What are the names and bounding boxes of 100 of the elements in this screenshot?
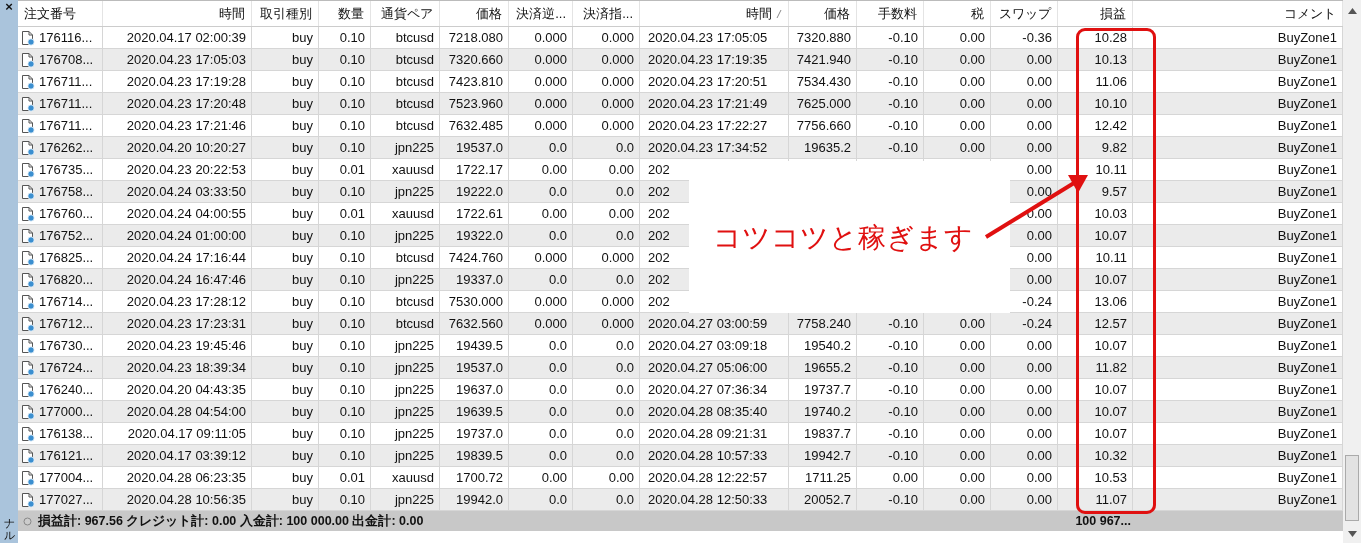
table-cell: -0.10 xyxy=(888,140,918,155)
column-header[interactable]: 決済指... xyxy=(573,1,640,26)
table-cell: buy xyxy=(292,228,313,243)
table-cell: 7424.760 xyxy=(448,250,503,265)
column-header[interactable]: 価格 xyxy=(440,1,509,26)
table-cell: 1711.25 xyxy=(804,470,851,485)
table-cell: 0.00 xyxy=(1026,470,1052,485)
table-cell: btcusd xyxy=(395,316,434,331)
table-cell: BuyZone1 xyxy=(1277,360,1337,375)
document-icon xyxy=(21,205,35,222)
column-header[interactable]: 時間 xyxy=(103,1,252,26)
table-cell: 0.10 xyxy=(339,382,365,397)
table-cell: 2020.04.27 03:09:18 xyxy=(648,338,768,353)
table-cell: 2020.04.23 17:23:31 xyxy=(126,316,246,331)
table-cell: 0.00 xyxy=(959,140,985,155)
table-cell: 19322.0 xyxy=(456,228,503,243)
column-header[interactable]: 取引種別 xyxy=(252,1,319,26)
table-cell: btcusd xyxy=(395,250,434,265)
table-cell: 2020.04.28 10:57:33 xyxy=(648,448,768,463)
table-cell: 0.10 xyxy=(339,360,365,375)
table-cell: 12.42 xyxy=(1094,118,1127,133)
table-cell: 19337.0 xyxy=(456,272,503,287)
table-cell: 10.32 xyxy=(1094,448,1127,463)
document-icon xyxy=(21,447,35,464)
table-cell: 19639.5 xyxy=(456,404,503,419)
table-cell: buy xyxy=(292,382,313,397)
table-cell: 176752... xyxy=(39,228,94,243)
document-icon xyxy=(21,469,35,486)
table-cell: buy xyxy=(292,448,313,463)
table-cell: BuyZone1 xyxy=(1277,250,1337,265)
table-cell: 0.000 xyxy=(601,74,634,89)
table-cell: 0.000 xyxy=(534,30,567,45)
table-cell: 0.00 xyxy=(959,426,985,441)
table-cell: 0.10 xyxy=(339,30,365,45)
table-cell: BuyZone1 xyxy=(1277,184,1337,199)
document-icon xyxy=(21,183,35,200)
table-cell: 2020.04.23 17:20:48 xyxy=(126,96,246,111)
column-header[interactable]: 損益 xyxy=(1058,1,1133,26)
table-cell: 7218.080 xyxy=(448,30,503,45)
table-cell: 0.0 xyxy=(548,228,567,243)
column-header[interactable]: 通貨ペア xyxy=(371,1,440,26)
sort-icon xyxy=(776,8,782,19)
table-cell: 1722.61 xyxy=(456,206,503,221)
table-cell: 2020.04.24 01:00:00 xyxy=(126,228,246,243)
table-cell: 19635.2 xyxy=(804,140,851,155)
table-cell: 2020.04.27 07:36:34 xyxy=(648,382,768,397)
column-header[interactable]: 決済逆... xyxy=(509,1,573,26)
table-cell: 0.0 xyxy=(615,184,634,199)
document-icon xyxy=(21,227,35,244)
column-header[interactable]: 注文番号 xyxy=(18,1,103,26)
table-cell: 2020.04.28 12:22:57 xyxy=(648,470,768,485)
table-cell: 1722.17 xyxy=(456,162,503,177)
table-cell: 9.82 xyxy=(1101,140,1127,155)
table-cell: 0.00 xyxy=(608,206,634,221)
table-cell: 0.000 xyxy=(534,52,567,67)
column-header[interactable]: 時間 xyxy=(640,1,789,26)
table-cell: 2020.04.23 17:22:27 xyxy=(648,118,768,133)
document-icon xyxy=(21,161,35,178)
scroll-up-icon[interactable] xyxy=(1347,8,1357,14)
table-cell: 176712... xyxy=(39,316,94,331)
document-icon xyxy=(21,51,35,68)
table-cell: 0.000 xyxy=(534,250,567,265)
scroll-down-icon[interactable] xyxy=(1347,531,1357,537)
column-header[interactable]: スワップ xyxy=(991,1,1058,26)
table-cell: 0.0 xyxy=(615,272,634,287)
table-cell: 0.0 xyxy=(615,228,634,243)
table-cell: 0.01 xyxy=(339,162,365,177)
document-icon xyxy=(21,315,35,332)
table-cell: jpn225 xyxy=(394,404,434,419)
column-header[interactable]: 手数料 xyxy=(857,1,924,26)
table-cell: 0.10 xyxy=(339,118,365,133)
table-cell: 10.11 xyxy=(1095,162,1127,177)
table-cell: 0.0 xyxy=(615,426,634,441)
table-cell: 2020.04.28 04:54:00 xyxy=(126,404,246,419)
table-cell: 0.000 xyxy=(534,96,567,111)
table-cell: 0.00 xyxy=(541,206,567,221)
table-cell: -0.10 xyxy=(888,404,918,419)
table-cell: 202 xyxy=(648,162,670,177)
table-cell: 2020.04.23 17:05:03 xyxy=(126,52,246,67)
table-cell: 7530.000 xyxy=(448,294,503,309)
table-cell: 2020.04.17 03:39:12 xyxy=(126,448,246,463)
table-cell: 0.0 xyxy=(548,382,567,397)
scrollbar[interactable] xyxy=(1343,0,1361,543)
table-cell: buy xyxy=(292,426,313,441)
table-cell: 12.57 xyxy=(1094,316,1127,331)
table-cell: 0.00 xyxy=(1026,448,1052,463)
table-cell: 0.00 xyxy=(1026,162,1052,177)
table-cell: BuyZone1 xyxy=(1277,52,1337,67)
close-button[interactable]: × xyxy=(5,0,13,14)
column-header[interactable]: 価格 xyxy=(789,1,857,26)
table-cell: BuyZone1 xyxy=(1277,338,1337,353)
column-header[interactable]: 税 xyxy=(924,1,991,26)
table-cell: 0.0 xyxy=(548,448,567,463)
table-cell: 0.00 xyxy=(959,492,985,507)
table-cell: 0.00 xyxy=(1026,426,1052,441)
table-cell: -0.10 xyxy=(888,360,918,375)
table-cell: 7632.485 xyxy=(448,118,503,133)
column-header[interactable]: 数量 xyxy=(319,1,371,26)
table-cell: 0.10 xyxy=(339,250,365,265)
scroll-thumb[interactable] xyxy=(1345,455,1359,521)
